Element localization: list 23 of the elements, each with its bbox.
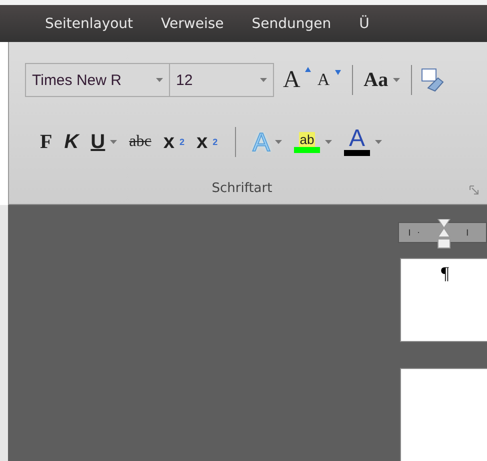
caret-icon	[260, 78, 267, 82]
group-label: Schriftart	[212, 181, 274, 196]
down-triangle-icon	[334, 70, 341, 75]
script-button[interactable]: x$^{2}$	[193, 128, 221, 156]
font-name-field[interactable]: Times New R	[25, 63, 170, 97]
ribbon-tab[interactable]: Sendungen	[252, 16, 332, 32]
highlight-button[interactable]: ab	[290, 130, 335, 154]
grow-font-button[interactable]: A	[280, 64, 314, 96]
ribbon-tab[interactable]: Seitenlayout	[45, 16, 134, 32]
bold-button[interactable]: F	[37, 128, 56, 156]
paragraph-mark: ¶	[441, 263, 450, 284]
shrink-font-button[interactable]: A	[314, 68, 344, 92]
italic-button[interactable]: K	[61, 128, 82, 156]
ribbon-tab[interactable]: Ü	[359, 16, 370, 32]
ribbon-tab[interactable]: Verweise	[161, 16, 224, 32]
up-triangle-icon	[305, 66, 312, 72]
change-case-button[interactable]: Aa	[360, 66, 404, 94]
eraser-icon[interactable]	[420, 68, 444, 92]
font-size-field[interactable]: 12	[169, 63, 274, 97]
underline-button[interactable]: U	[88, 128, 120, 156]
font-color-button[interactable]: A	[340, 126, 385, 158]
strike-button[interactable]: abc	[126, 131, 154, 153]
caret-icon	[156, 78, 163, 82]
